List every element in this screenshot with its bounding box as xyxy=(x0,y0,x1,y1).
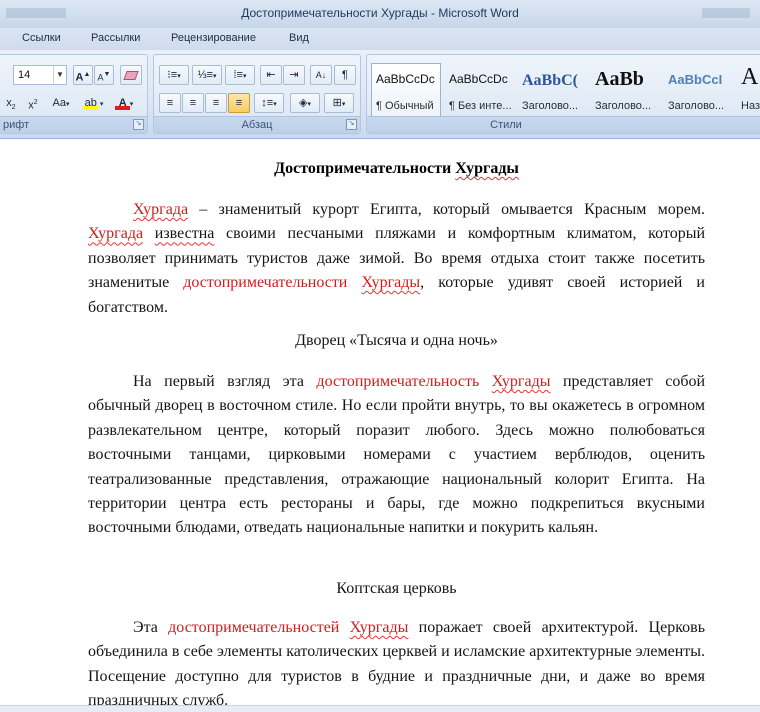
paragraph-intro: Хургада – знаменитый курорт Египта, кото… xyxy=(88,201,706,316)
grow-font-button[interactable]: A▲ xyxy=(73,65,93,85)
style-preview: AaBbC( xyxy=(522,72,579,89)
numbered-list-icon: ⅓≡ xyxy=(197,69,214,81)
font-size-value: 14 xyxy=(18,69,31,81)
page-bottom-edge xyxy=(0,705,760,712)
sort-az-icon: A↓ xyxy=(315,70,327,80)
bullets-button[interactable]: ⁝≡▾ xyxy=(159,65,189,85)
section-heading-palace: Дворец «Тысяча и одна ночь» xyxy=(295,332,498,349)
borders-button[interactable]: ⊞▾ xyxy=(324,93,354,113)
paragraph-group-label: Абзац xyxy=(154,116,360,133)
multilevel-list-icon: ⁞≡ xyxy=(233,69,243,81)
align-justify-icon: ≡ xyxy=(235,97,243,109)
eraser-icon xyxy=(123,71,139,80)
tab-references[interactable]: Ссылки xyxy=(22,32,61,44)
style-name: ¶ Обычный xyxy=(376,100,434,112)
style-name: Заголово... xyxy=(522,100,579,112)
font-dialog-launcher[interactable]: ↘ xyxy=(133,119,144,130)
highlight-color-swatch xyxy=(83,106,98,110)
style-preview: AaBbCcI xyxy=(668,72,723,87)
window-title: Достопримечательности Хургады - Microsof… xyxy=(241,6,519,20)
document-title: Достопримечательности Хургады xyxy=(88,160,705,178)
chevron-down-icon[interactable]: ▼ xyxy=(53,66,66,84)
sort-button[interactable]: A↓ xyxy=(310,65,332,85)
tab-review[interactable]: Рецензирование xyxy=(171,32,256,44)
tab-mailings[interactable]: Рассылки xyxy=(91,32,140,44)
font-color-button[interactable]: A ▾ xyxy=(111,93,141,113)
line-spacing-icon: ↕≡ xyxy=(261,97,274,109)
document-page[interactable]: Достопримечательности Хургады Хургада – … xyxy=(0,139,760,712)
align-left-icon: ≡ xyxy=(166,97,174,109)
highlight-color-button[interactable]: ab ▾ xyxy=(79,93,109,113)
ribbon-tabs: Ссылки Рассылки Рецензирование Вид xyxy=(0,28,760,50)
style-name: Наз xyxy=(741,100,760,112)
paragraph-palace: На первый взгляд эта достопримечательнос… xyxy=(88,373,706,537)
style-name: Заголово... xyxy=(595,100,652,112)
outdent-icon: ⇤ xyxy=(266,69,276,81)
title-bar: Достопримечательности Хургады - Microsof… xyxy=(0,0,760,29)
numbering-button[interactable]: ⅓≡▾ xyxy=(192,65,222,85)
borders-icon: ⊞ xyxy=(332,97,342,109)
styles-group-label: Стили xyxy=(367,116,760,133)
style-heading-2[interactable]: AaBb Заголово... xyxy=(590,63,660,117)
ribbon: 14 ▼ A▲ A▼ x2 x2 Aa▾ ab ▾ A ▾ рифт ↘ ⁝≡▾… xyxy=(0,50,760,139)
style-heading-3[interactable]: AaBbCcI Заголово... xyxy=(663,63,733,117)
style-normal[interactable]: AaBbCcDc ¶ Обычный xyxy=(371,63,441,117)
section-heading-church: Коптская церковь xyxy=(336,580,457,597)
shrink-font-button[interactable]: A▼ xyxy=(94,65,114,85)
indent-icon: ⇥ xyxy=(289,69,299,81)
title-word-2: Хургады xyxy=(455,160,519,177)
style-title[interactable]: A Наз xyxy=(736,63,760,117)
font-size-combo[interactable]: 14 ▼ xyxy=(13,65,67,85)
styles-group: AaBbCcDc ¶ Обычный AaBbCcDc ¶ Без инте..… xyxy=(366,54,760,134)
shading-button[interactable]: ◈▾ xyxy=(290,93,320,113)
subscript-button[interactable]: x2 xyxy=(1,93,21,113)
style-name: Заголово... xyxy=(668,100,725,112)
justify-button[interactable]: ≡ xyxy=(228,93,250,113)
decrease-indent-button[interactable]: ⇤ xyxy=(260,65,282,85)
change-case-button[interactable]: Aa▾ xyxy=(47,93,75,113)
multilevel-list-button[interactable]: ⁞≡▾ xyxy=(225,65,255,85)
bullet-list-icon: ⁝≡ xyxy=(167,69,178,81)
align-center-button[interactable]: ≡ xyxy=(182,93,204,113)
pilcrow-icon: ¶ xyxy=(342,69,348,81)
align-left-button[interactable]: ≡ xyxy=(159,93,181,113)
align-center-icon: ≡ xyxy=(189,97,197,109)
increase-indent-button[interactable]: ⇥ xyxy=(283,65,305,85)
font-group: 14 ▼ A▲ A▼ x2 x2 Aa▾ ab ▾ A ▾ рифт ↘ xyxy=(0,54,148,134)
style-no-spacing[interactable]: AaBbCcDc ¶ Без инте... xyxy=(444,63,514,117)
font-group-label: рифт xyxy=(0,116,147,133)
align-right-icon: ≡ xyxy=(212,97,220,109)
tab-view[interactable]: Вид xyxy=(289,32,309,44)
style-preview: A xyxy=(741,64,759,88)
paragraph-dialog-launcher[interactable]: ↘ xyxy=(346,119,357,130)
superscript-button[interactable]: x2 xyxy=(23,93,43,113)
style-preview: AaBb xyxy=(595,68,644,90)
style-preview: AaBbCcDc xyxy=(376,72,435,86)
style-preview: AaBbCcDc xyxy=(449,72,508,86)
window-controls[interactable] xyxy=(702,8,750,18)
paragraph-group: ⁝≡▾ ⅓≡▾ ⁞≡▾ ⇤ ⇥ A↓ ¶ ≡ ≡ ≡ ≡ ↕≡▾ ◈▾ ⊞▾ А… xyxy=(153,54,361,134)
line-spacing-button[interactable]: ↕≡▾ xyxy=(254,93,284,113)
font-color-swatch xyxy=(115,106,130,110)
show-marks-button[interactable]: ¶ xyxy=(334,65,356,85)
paragraph-church: Эта достопримечательностей Хургады пораж… xyxy=(88,619,705,710)
style-heading-1[interactable]: AaBbC( Заголово... xyxy=(517,63,587,117)
align-right-button[interactable]: ≡ xyxy=(205,93,227,113)
clear-format-button[interactable] xyxy=(120,65,142,85)
title-word-1: Достопримечательности xyxy=(274,160,452,177)
style-name: ¶ Без инте... xyxy=(449,100,511,112)
